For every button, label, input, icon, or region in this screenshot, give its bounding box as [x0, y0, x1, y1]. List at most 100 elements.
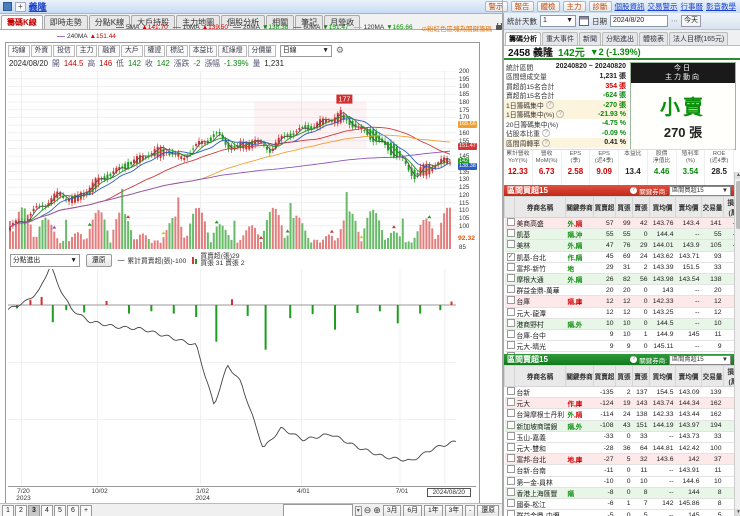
row-checkbox[interactable] [506, 454, 515, 463]
help-icon[interactable]: ? [630, 187, 638, 194]
table-row[interactable]: 摩根大通外,隔268256143.98143.54138-8 [504, 273, 740, 286]
table-row[interactable]: 台新-1352137154.5143.0913912 [504, 386, 740, 399]
titlebar-button-主力[interactable]: 主力 [562, 1, 586, 12]
help-icon[interactable]: ? [541, 138, 550, 147]
page-button-2[interactable]: 2 [15, 504, 27, 516]
row-checkbox[interactable] [506, 307, 515, 316]
help-icon[interactable]: ? [556, 110, 565, 119]
table-row[interactable]: 美林外,隔477629144.01143.9105-10 [504, 239, 740, 252]
app-tab-籌碼K線[interactable]: 籌碼K線 [1, 15, 43, 29]
row-checkbox[interactable] [506, 329, 515, 338]
table-row[interactable]: ✓凱基-台北作,隔456924143.62143.7193-7 [504, 251, 740, 263]
row-checkbox[interactable] [506, 409, 515, 418]
table-row[interactable]: 台新-台南-11011--143.91112 [504, 464, 740, 477]
table-row[interactable]: 凱基隔,沖55550144.4--55-13 [504, 228, 740, 241]
table-row[interactable]: 第一金-員林-10010--144.6103 [504, 476, 740, 488]
restore-button[interactable]: 還原 [86, 253, 112, 267]
help-icon[interactable]: ? [545, 100, 554, 109]
scroll-up-icon[interactable]: ▲ [735, 172, 740, 179]
table-row[interactable]: 港商野村隔,外10100144.5--10-2 [504, 318, 740, 330]
table-row[interactable]: 富邦-新竹地29312143.39151.533-9 [504, 262, 740, 274]
row-checkbox[interactable] [506, 387, 515, 396]
table-row[interactable]: 群益金鼎-萬華20200143--20-2 [504, 284, 740, 297]
page-button-6[interactable]: 6 [67, 504, 79, 516]
page-button-4[interactable]: 4 [41, 504, 53, 516]
row-checkbox[interactable] [506, 274, 515, 283]
window-tab-label[interactable]: 義隆 [29, 0, 47, 13]
table-row[interactable]: 元大-晴光990145.11--9-3 [504, 340, 740, 353]
row-checkbox[interactable] [506, 487, 515, 496]
table-row[interactable]: 國泰-松江-617142145.8683 [504, 498, 740, 511]
table-row[interactable]: 台灣摩根士丹利外,隔-11424138142.33143.4416219 [504, 408, 740, 421]
panel-tab-分點進出[interactable]: 分點進出 [602, 32, 638, 45]
page-button-+[interactable]: + [80, 504, 92, 516]
row-checkbox[interactable] [506, 318, 515, 327]
titlebar-button-警示[interactable]: 警示 [484, 1, 508, 12]
period-button-3年[interactable]: 3年 [444, 504, 464, 516]
row-checkbox[interactable] [506, 398, 515, 407]
row-checkbox[interactable] [506, 420, 515, 429]
titlebar-button-診斷[interactable]: 診斷 [588, 1, 612, 12]
row-checkbox[interactable] [506, 465, 515, 474]
indicator-tab-權證[interactable]: 權證 [143, 44, 166, 57]
sell-filter-select[interactable]: 區間賣超15 ▼ [669, 354, 731, 365]
panel-tab-法人目標(165元)[interactable]: 法人目標(165元) [669, 32, 729, 45]
indicator-tab-標記[interactable]: 標記 [166, 44, 188, 57]
help-icon[interactable]: ? [630, 356, 638, 363]
period-button-3月[interactable]: 3月 [382, 504, 402, 516]
row-checkbox[interactable] [506, 229, 515, 238]
table-row[interactable]: 玉山-嘉義-33033--143.73336 [504, 431, 740, 443]
table-row[interactable]: 台庫-台中9101144.914511-3 [504, 329, 740, 342]
table-row[interactable]: 元大作,庫-12419143143.74144.3416210 [504, 397, 740, 410]
row-checkbox[interactable] [506, 443, 515, 452]
period-button-還原[interactable]: 還原 [477, 504, 499, 516]
zoom-in-icon[interactable]: ⊕ [373, 506, 381, 515]
row-checkbox[interactable] [506, 341, 515, 350]
titlebar-button-體檢[interactable]: 體檢 [536, 1, 560, 12]
indicator-tab-投信[interactable]: 投信 [53, 44, 75, 57]
scroll-thumb[interactable] [736, 181, 740, 229]
period-button-6月[interactable]: 6月 [403, 504, 422, 516]
table-row[interactable]: 群益金鼎-中壢-505--14550 [504, 509, 740, 516]
titlebar-link-行事曆[interactable]: 行事曆 [681, 1, 704, 12]
table-row[interactable]: 新加坡商瑞銀隔,外-10843151144.19143.9719420 [504, 420, 740, 432]
new-tab-button[interactable]: + [15, 1, 26, 12]
row-checkbox[interactable]: ✓ [506, 252, 515, 261]
row-checkbox[interactable] [506, 510, 515, 516]
period-select[interactable]: 日線 ▼ [279, 44, 332, 57]
row-checkbox[interactable] [506, 262, 515, 271]
panel-scrollbar[interactable]: ▲ ▼ [734, 172, 740, 516]
indicator-tab-紅綠燈[interactable]: 紅綠燈 [218, 44, 247, 57]
titlebar-link-影音教學[interactable]: 影音教學 [706, 1, 736, 12]
stat-days-select[interactable]: 1 ▼ [540, 15, 576, 27]
row-checkbox[interactable] [506, 431, 515, 440]
buy-filter-select[interactable]: 區間買超15 ▼ [669, 185, 731, 196]
table-row[interactable]: 美商高盛外,隔579942143.76143.4141-12 [504, 217, 740, 230]
subchart-indicator-select[interactable]: 分點進出 ▼ [10, 253, 80, 267]
table-row[interactable]: 台庫隔,庫12120142.33--120 [504, 295, 740, 308]
page-button-3[interactable]: 3 [28, 504, 40, 516]
broker-flow-chart[interactable] [7, 264, 457, 485]
row-checkbox[interactable] [506, 476, 515, 485]
table-row[interactable]: 元大-雙和-283664144.81142.42100-7 [504, 442, 740, 455]
app-tab-即時走勢[interactable]: 即時走勢 [43, 15, 88, 29]
scroll-down-icon[interactable]: ▼ [735, 509, 740, 516]
zoom-out-icon[interactable]: ⊖ [364, 506, 372, 515]
page-button-5[interactable]: 5 [54, 504, 66, 516]
row-checkbox[interactable] [506, 296, 515, 305]
indicator-tab-大戶[interactable]: 大戶 [120, 44, 143, 57]
row-checkbox[interactable] [506, 218, 515, 227]
titlebar-button-報告[interactable]: 報告 [510, 1, 534, 12]
indicator-tab-分價量[interactable]: 分價量 [247, 44, 276, 57]
row-checkbox[interactable] [506, 240, 515, 249]
indicator-tab-均線[interactable]: 均線 [8, 44, 30, 57]
indicator-tab-主力[interactable]: 主力 [75, 44, 98, 57]
gear-icon[interactable]: ⚙ [336, 45, 344, 56]
date-input[interactable]: 2024/8/20 [610, 15, 668, 27]
period-button-1年[interactable]: 1年 [423, 504, 443, 516]
row-checkbox[interactable] [506, 285, 515, 294]
table-row[interactable]: 富邦-台北地,庫-27532143.614237-1 [504, 453, 740, 466]
today-button[interactable]: 今天 [681, 15, 701, 27]
date-stepper[interactable]: ⋯ [671, 17, 678, 25]
page-button-1[interactable]: 1 [2, 504, 14, 516]
